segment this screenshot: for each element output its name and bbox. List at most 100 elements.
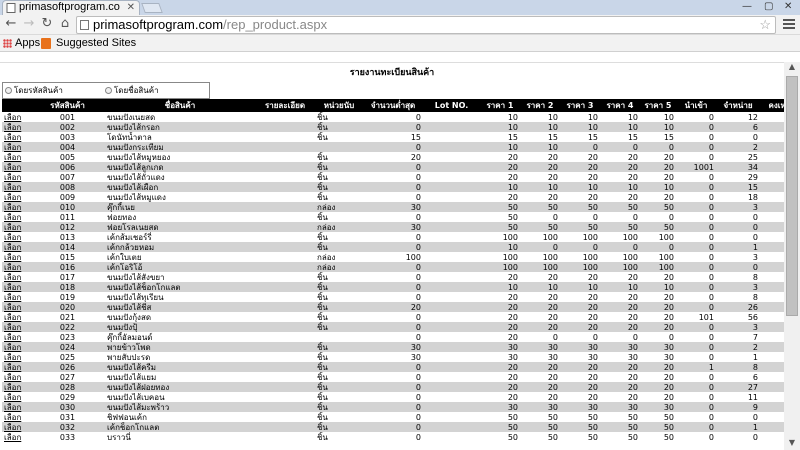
- radio-by-code[interactable]: [5, 87, 12, 94]
- table-cell: [255, 252, 315, 262]
- select-link[interactable]: เลือก: [2, 412, 30, 422]
- select-link[interactable]: เลือก: [2, 182, 30, 192]
- bookmark-suggested-sites[interactable]: Suggested Sites: [56, 35, 136, 51]
- select-link[interactable]: เลือก: [2, 282, 30, 292]
- select-link[interactable]: เลือก: [2, 252, 30, 262]
- table-cell: 0: [708, 212, 714, 222]
- table-cell: 0: [708, 272, 714, 282]
- select-link[interactable]: เลือก: [2, 342, 30, 352]
- select-link[interactable]: เลือก: [2, 112, 30, 122]
- table-cell: 011: [59, 212, 76, 222]
- new-tab-button[interactable]: [141, 3, 163, 13]
- table-cell: 20: [547, 152, 558, 162]
- select-link[interactable]: เลือก: [2, 292, 30, 302]
- maximize-icon[interactable]: ▢: [764, 1, 773, 12]
- home-icon[interactable]: ⌂: [58, 17, 72, 31]
- table-cell: 0: [640, 242, 676, 252]
- select-link[interactable]: เลือก: [2, 232, 30, 242]
- table-row: เลือก002ขนมปังไส้กรอกชิ้น0101010101006-6: [2, 122, 784, 132]
- window-close-icon[interactable]: ✕: [784, 1, 792, 12]
- table-cell: 8: [716, 362, 760, 372]
- table-cell: 20: [627, 152, 638, 162]
- table-cell: [255, 352, 315, 362]
- select-link[interactable]: เลือก: [2, 322, 30, 332]
- table-cell: -8: [760, 272, 784, 282]
- scroll-down-icon[interactable]: ▼: [784, 438, 800, 450]
- select-link[interactable]: เลือก: [2, 372, 30, 382]
- table-cell: 10: [520, 142, 560, 152]
- table-cell: ชิ้น: [315, 322, 363, 332]
- scrollbar[interactable]: ▲ ▼: [784, 62, 800, 450]
- browser-tab[interactable]: primasoftprogram.co ✕: [2, 0, 140, 15]
- reload-icon[interactable]: ↻: [40, 17, 54, 31]
- select-link[interactable]: เลือก: [2, 192, 30, 202]
- table-row: เลือก 006 ขนมปังไส้ลูกเกด ชิ้น 0 20 20 20 20 20 10…: [2, 162, 784, 172]
- select-link[interactable]: เลือก: [2, 132, 30, 142]
- table-cell: 50: [520, 202, 560, 212]
- table-cell: 101: [698, 312, 714, 322]
- column-header: Lot NO.: [423, 99, 480, 112]
- table-cell: 017: [59, 272, 76, 282]
- column-header: รหัสสินค้า: [30, 99, 105, 112]
- table-cell: [255, 232, 315, 242]
- table-cell: 100: [582, 252, 598, 262]
- select-link[interactable]: เลือก: [2, 172, 30, 182]
- table-cell: 20: [627, 372, 638, 382]
- table-cell: ขนมปังไส้ครีม: [105, 362, 255, 372]
- table-cell: 10: [480, 182, 520, 192]
- select-link[interactable]: เลือก: [2, 202, 30, 212]
- select-link[interactable]: เลือก: [2, 382, 30, 392]
- select-link[interactable]: เลือก: [2, 212, 30, 222]
- table-cell: 3: [716, 282, 760, 292]
- minimize-icon[interactable]: —: [742, 1, 752, 12]
- select-link[interactable]: เลือก: [2, 152, 30, 162]
- select-link[interactable]: เลือก: [2, 162, 30, 172]
- select-link[interactable]: เลือก: [2, 312, 30, 322]
- scroll-thumb[interactable]: [786, 76, 798, 316]
- table-cell: 20: [587, 152, 598, 162]
- select-link[interactable]: เลือก: [2, 122, 30, 132]
- table-cell: 20: [627, 392, 638, 402]
- select-link[interactable]: เลือก: [2, 262, 30, 272]
- select-link[interactable]: เลือก: [2, 392, 30, 402]
- table-cell: 12: [747, 112, 758, 122]
- select-link[interactable]: เลือก: [2, 222, 30, 232]
- select-link[interactable]: เลือก: [2, 402, 30, 412]
- table-cell: 20: [627, 172, 638, 182]
- table-cell: [423, 402, 480, 412]
- select-link[interactable]: เลือก: [2, 362, 30, 372]
- select-link[interactable]: เลือก: [2, 422, 30, 432]
- table-cell: 004: [30, 142, 105, 152]
- select-link[interactable]: เลือก: [2, 242, 30, 252]
- back-arrow-icon[interactable]: ←: [4, 17, 18, 31]
- select-link[interactable]: เลือก: [2, 432, 30, 442]
- table-row: เลือก014เค้กกล้วยหอมชิ้น010000001-1: [2, 242, 784, 252]
- select-link[interactable]: เลือก: [2, 352, 30, 362]
- table-cell: 29: [747, 172, 758, 182]
- forward-arrow-icon[interactable]: →: [22, 17, 36, 31]
- tab-close-icon[interactable]: ✕: [127, 1, 135, 14]
- scroll-up-icon[interactable]: ▲: [784, 62, 800, 74]
- table-cell: 015: [59, 252, 76, 262]
- table-cell: 0: [640, 142, 676, 152]
- table-cell: 0: [708, 152, 714, 162]
- select-link[interactable]: เลือก: [2, 332, 30, 342]
- table-header: รหัสสินค้า ชื่อสินค้า รายละเอียด หน่วยนับ จำ…: [2, 99, 784, 112]
- table-cell: บราวนี่: [107, 432, 131, 442]
- select-link[interactable]: เลือก: [2, 142, 30, 152]
- select-link[interactable]: เลือก: [2, 272, 30, 282]
- column-header: ราคา 4: [600, 99, 640, 112]
- menu-icon[interactable]: [783, 19, 795, 31]
- bookmark-star-icon[interactable]: ☆: [759, 17, 771, 33]
- table-cell: 012: [30, 222, 105, 232]
- table-cell: ชิ้น: [317, 272, 328, 282]
- select-link[interactable]: เลือก: [2, 302, 30, 312]
- table-cell: 016: [30, 262, 105, 272]
- address-bar[interactable]: primasoftprogram.com/rep_product.aspx ☆: [76, 16, 776, 34]
- table-cell: 0: [708, 432, 714, 442]
- table-cell: เค้กช็อกโกแลต: [105, 422, 255, 432]
- radio-by-name-label: โดยชื่อสินค้า: [114, 86, 159, 95]
- radio-by-name[interactable]: [105, 87, 112, 94]
- table-cell: 018: [30, 282, 105, 292]
- bookmark-apps[interactable]: Apps: [15, 35, 40, 51]
